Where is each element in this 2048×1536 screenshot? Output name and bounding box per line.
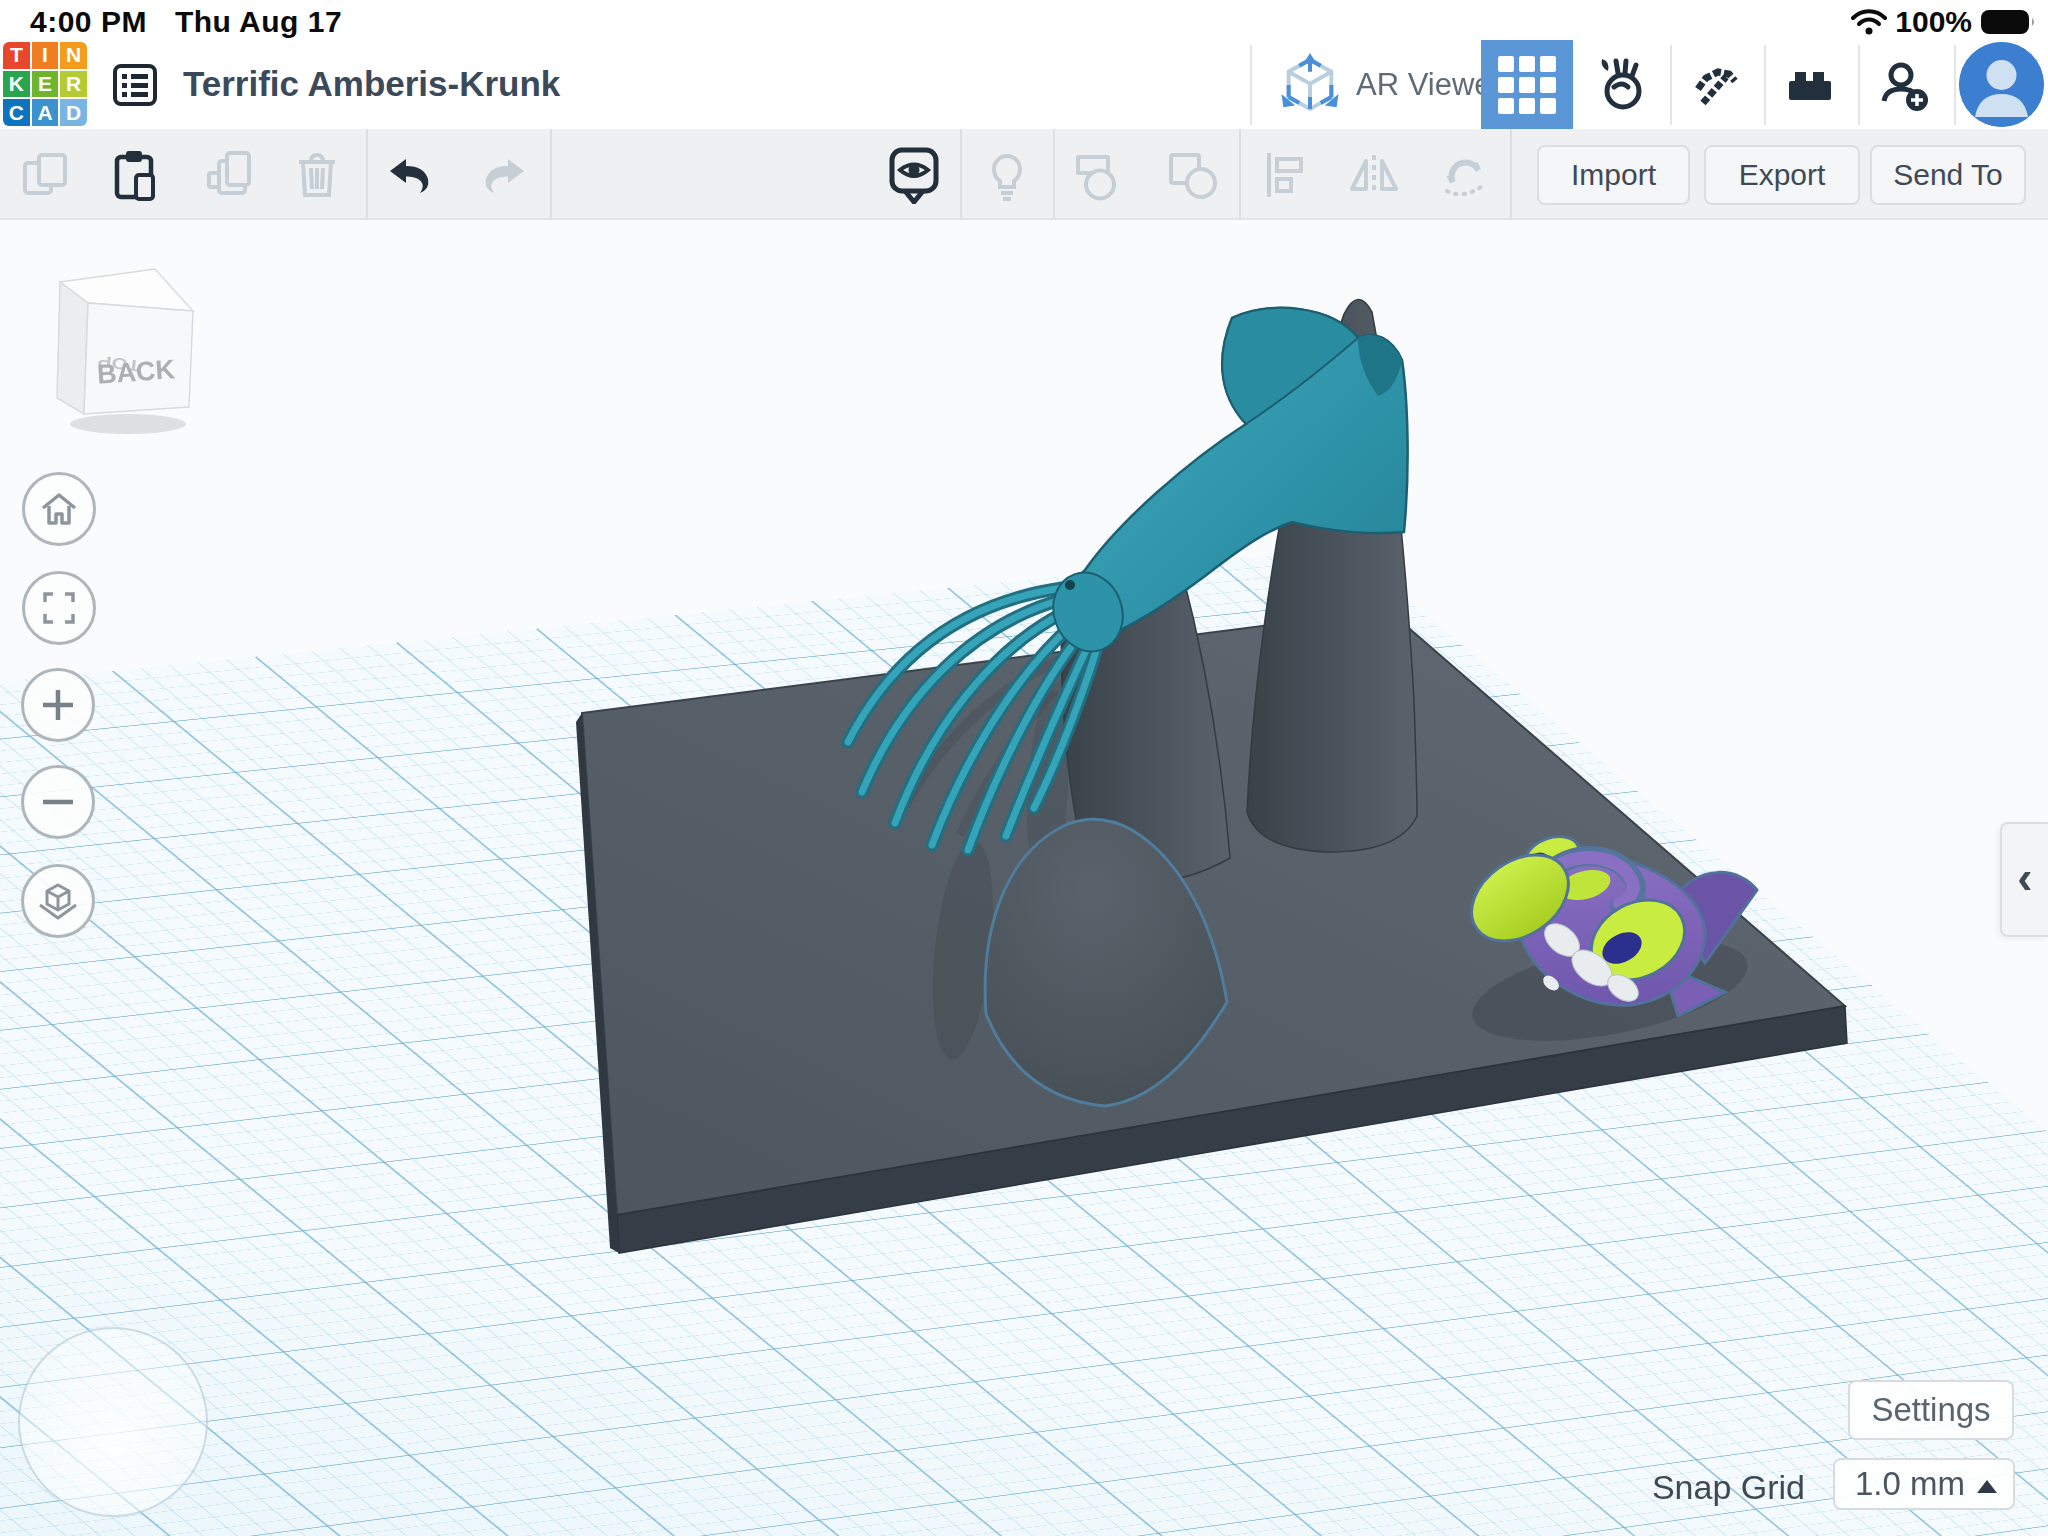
status-date: Thu Aug 17 [175, 5, 342, 38]
mirror-icon [1348, 149, 1400, 201]
wifi-icon [1851, 8, 1887, 36]
group-icon [1074, 149, 1126, 201]
home-icon [39, 489, 79, 529]
logo-tile: I [32, 42, 59, 69]
view-cube[interactable]: TOP BACK [40, 250, 220, 440]
design-menu-button[interactable] [108, 48, 162, 122]
snap-grid-dropdown[interactable]: 1.0 mm [1833, 1458, 2015, 1510]
logo-tile: C [3, 99, 30, 126]
fit-view-button[interactable] [22, 571, 96, 645]
lightbulb-icon [981, 147, 1033, 203]
ruler-magnet-icon [1437, 149, 1489, 201]
ar-viewer-button[interactable]: AR Viewer [1278, 48, 1502, 122]
ungroup-button[interactable] [1157, 139, 1229, 211]
zoom-out-button[interactable] [21, 765, 95, 839]
show-all-icon [886, 146, 942, 204]
tinkercad-logo[interactable]: T I N K E R C A D [3, 42, 87, 126]
edit-toolbar: Import Export Send To [0, 129, 2048, 220]
undo-icon [386, 149, 438, 201]
import-button[interactable]: Import [1537, 145, 1690, 205]
divider [1250, 45, 1252, 125]
divider [1954, 45, 1956, 125]
minecraft-export-button[interactable] [1688, 48, 1744, 122]
divider [960, 129, 962, 218]
redo-icon [476, 149, 528, 201]
add-person-button[interactable] [1876, 48, 1932, 122]
send-to-button[interactable]: Send To [1870, 145, 2026, 205]
logo-tile: A [32, 99, 59, 126]
show-all-button[interactable] [878, 139, 950, 211]
delete-button[interactable] [281, 139, 353, 211]
divider [1764, 45, 1766, 125]
logo-tile: N [60, 42, 87, 69]
divider [1239, 129, 1241, 218]
logo-tile: D [60, 99, 87, 126]
fit-view-icon [39, 588, 79, 628]
snap-grid-value: 1.0 mm [1855, 1465, 1965, 1503]
ruler-button[interactable] [1427, 139, 1499, 211]
divider [1858, 45, 1860, 125]
brick-export-button[interactable] [1782, 48, 1838, 122]
snap-grid-label: Snap Grid [1640, 1468, 1805, 1507]
paste-icon [108, 149, 160, 201]
align-icon [1261, 149, 1313, 201]
copy-icon [19, 149, 71, 201]
list-icon [112, 63, 158, 107]
light-button[interactable] [971, 139, 1043, 211]
zoom-in-icon [38, 685, 78, 725]
divider [1670, 45, 1672, 125]
home-view-button[interactable] [22, 472, 96, 546]
lego-brick-icon [1783, 58, 1837, 112]
group-button[interactable] [1064, 139, 1136, 211]
chevron-left-icon: ‹ [2017, 850, 2032, 904]
ortho-view-icon [36, 879, 80, 923]
battery-percent: 100% [1895, 5, 1972, 39]
logo-tile: T [3, 42, 30, 69]
scribble-hand-icon [1595, 56, 1649, 114]
logo-tile: K [3, 71, 30, 98]
status-bar: 4:00 PM Thu Aug 17 100% [0, 0, 2048, 40]
app-header: T I N K E R C A D Terrific Amberis-Krunk [0, 40, 2048, 129]
tinkercad-app: 4:00 PM Thu Aug 17 100% T I N K E R C A [0, 0, 2048, 1536]
divider [366, 129, 368, 218]
divider [1510, 129, 1512, 218]
export-button[interactable]: Export [1704, 145, 1860, 205]
workplane-wrap [0, 0, 2048, 1536]
grid-view-icon [1498, 56, 1556, 114]
redo-button[interactable] [466, 139, 538, 211]
zoom-in-button[interactable] [21, 668, 95, 742]
logo-tile: E [32, 71, 59, 98]
status-time-date: 4:00 PM Thu Aug 17 [30, 5, 370, 39]
minecraft-pickaxe-icon [1689, 58, 1743, 112]
copy-button[interactable] [9, 139, 81, 211]
scribble-button[interactable] [1594, 48, 1650, 122]
undo-button[interactable] [376, 139, 448, 211]
mirror-button[interactable] [1338, 139, 1410, 211]
panel-toggle[interactable]: ‹ [2000, 822, 2048, 937]
caret-up-icon [1977, 1480, 1997, 1493]
divider [550, 129, 552, 218]
orbit-joystick[interactable] [18, 1327, 208, 1517]
view-cube-back-label: BACK [96, 354, 176, 389]
avatar[interactable] [1959, 42, 2044, 127]
add-person-icon [1876, 57, 1932, 113]
logo-tile: R [60, 71, 87, 98]
paste-button[interactable] [98, 139, 170, 211]
trash-icon [291, 149, 343, 201]
workplane-grid[interactable] [0, 548, 2048, 1536]
align-button[interactable] [1251, 139, 1323, 211]
ar-cube-icon [1278, 51, 1342, 119]
zoom-out-icon [38, 782, 78, 822]
settings-button[interactable]: Settings [1848, 1380, 2014, 1440]
duplicate-icon [203, 149, 255, 201]
ungroup-icon [1167, 149, 1219, 201]
ar-viewer-label: AR Viewer [1356, 67, 1502, 103]
grid-view-button[interactable] [1481, 39, 1573, 130]
ortho-view-button[interactable] [21, 864, 95, 938]
duplicate-button[interactable] [193, 139, 265, 211]
battery-icon [1980, 8, 2038, 36]
status-time: 4:00 PM [30, 5, 147, 38]
divider [1053, 129, 1055, 218]
page-title: Terrific Amberis-Krunk [183, 64, 560, 104]
